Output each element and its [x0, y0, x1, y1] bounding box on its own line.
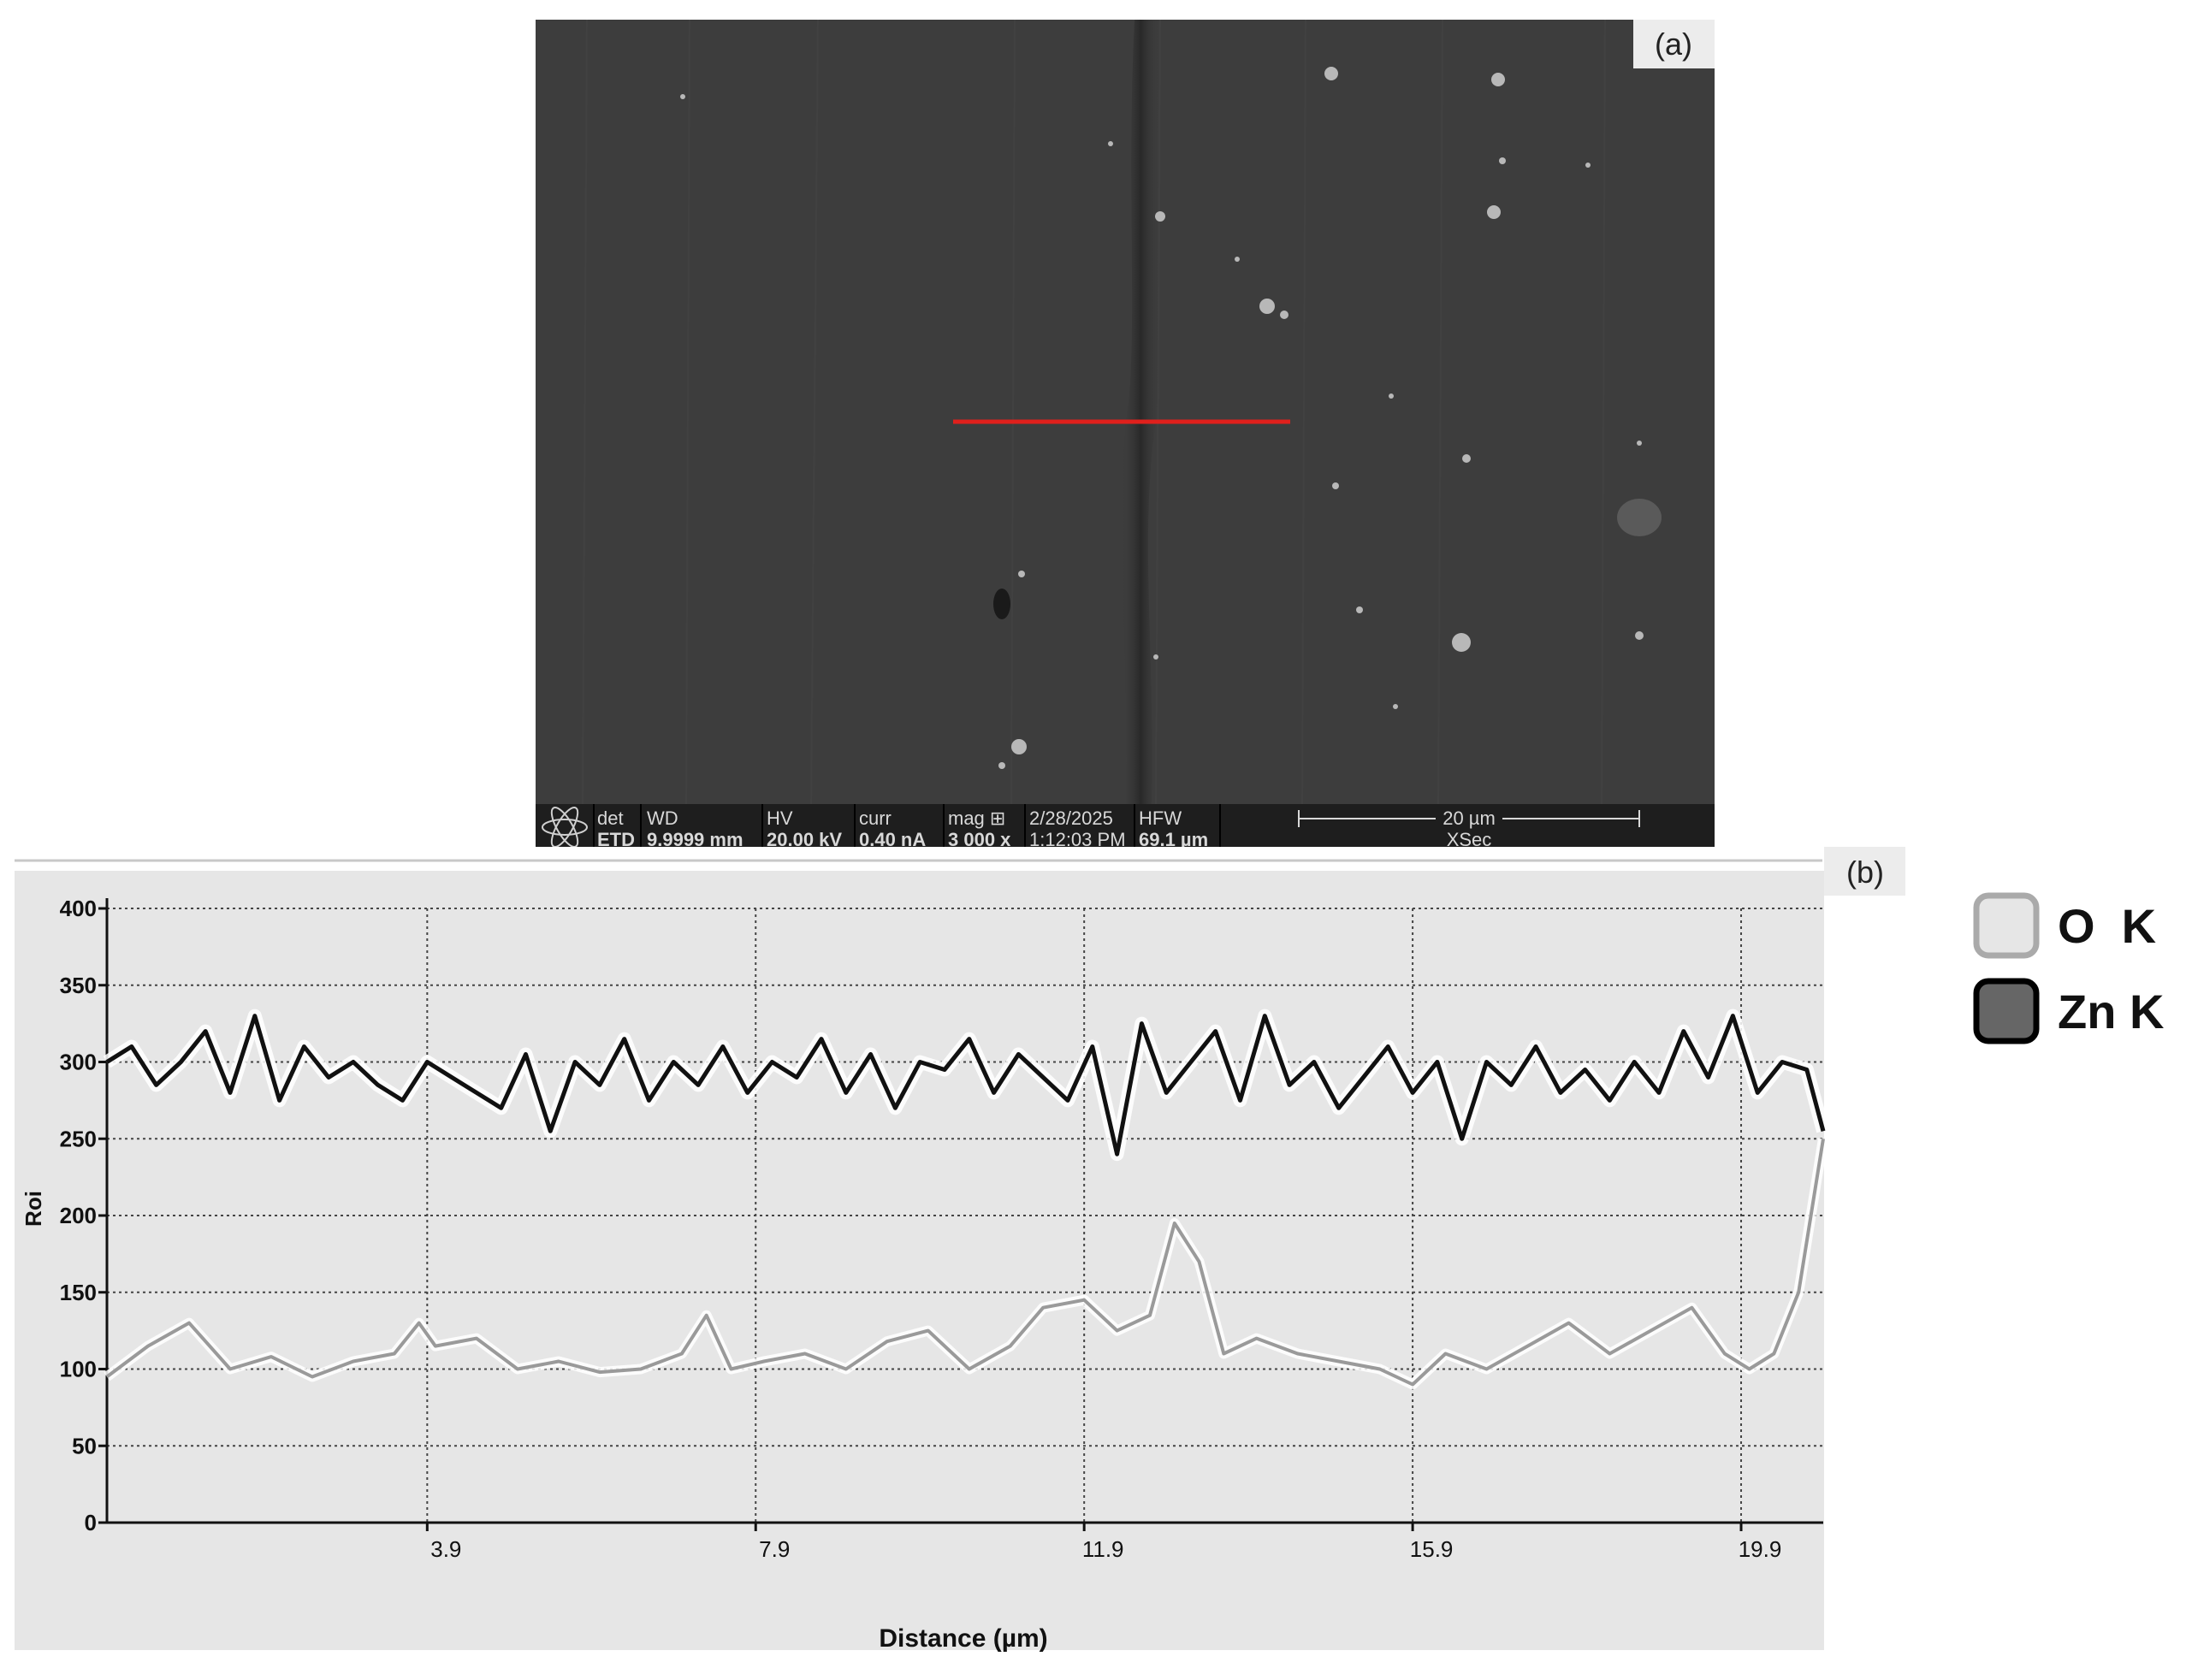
- databar-field-name: 2/28/2025: [1029, 807, 1113, 829]
- sem-image-background: [536, 20, 1715, 804]
- y-tick-label: 0: [85, 1510, 97, 1535]
- y-tick-label: 200: [60, 1203, 97, 1228]
- sem-pore: [993, 589, 1010, 619]
- databar-field-name: HV: [767, 807, 793, 829]
- databar-field-value: 9.9999 mm: [647, 829, 743, 847]
- eds-linescan-chart: (b) 0 50 100 150 200 250 300 350 400 3.9 7.9 11.9 1…: [15, 847, 2164, 1653]
- databar-field-name: WD: [647, 807, 678, 829]
- databar-field-name: det: [597, 807, 624, 829]
- x-tick-label: 11.9: [1082, 1536, 1124, 1562]
- legend-swatch: [1973, 892, 2040, 959]
- sem-micrograph: (a) det ETD WD 9.9999 mm HV 20.00 kV cur…: [536, 20, 1715, 847]
- y-tick-label: 400: [60, 896, 97, 921]
- databar-field-value: 3 000 x: [948, 829, 1011, 847]
- databar-field-name: mag ⊞: [948, 807, 1005, 829]
- panel-b-label: (b): [1846, 855, 1884, 890]
- databar-field-value: 69.1 µm: [1139, 829, 1208, 847]
- y-tick-label: 100: [60, 1357, 97, 1382]
- x-axis-label: Distance (µm): [879, 1624, 1047, 1653]
- databar-field-value: 0.40 nA: [859, 829, 926, 847]
- plot-area-background: [15, 871, 1824, 1650]
- databar-field-value: 1:12:03 PM: [1029, 829, 1126, 847]
- legend-swatch: [1973, 978, 2040, 1044]
- y-tick-label: 350: [60, 973, 97, 998]
- x-tick-label: 3.9: [430, 1536, 461, 1562]
- legend: O K Zn K: [1973, 892, 2164, 1044]
- databar-field-name: HFW: [1139, 807, 1182, 829]
- databar-field-value: 20.00 kV: [767, 829, 842, 847]
- y-axis-label: Roi: [21, 1191, 46, 1227]
- scale-bar-label: 20 µm: [1443, 807, 1496, 829]
- legend-label: O K: [2058, 899, 2156, 953]
- y-tick-label: 250: [60, 1126, 97, 1151]
- x-tick-label: 7.9: [759, 1536, 790, 1562]
- databar-field-name: curr: [859, 807, 892, 829]
- y-tick-label: 50: [72, 1433, 97, 1458]
- databar-field-value: ETD: [597, 829, 635, 847]
- x-tick-label: 19.9: [1739, 1536, 1782, 1562]
- panel-a-label: (a): [1655, 27, 1692, 62]
- legend-label: Zn K: [2058, 985, 2164, 1038]
- sem-pit: [1617, 499, 1662, 536]
- y-tick-label: 150: [60, 1280, 97, 1305]
- y-tick-label: 300: [60, 1050, 97, 1075]
- x-tick-label: 15.9: [1410, 1536, 1454, 1562]
- databar-mode: XSec: [1447, 829, 1492, 847]
